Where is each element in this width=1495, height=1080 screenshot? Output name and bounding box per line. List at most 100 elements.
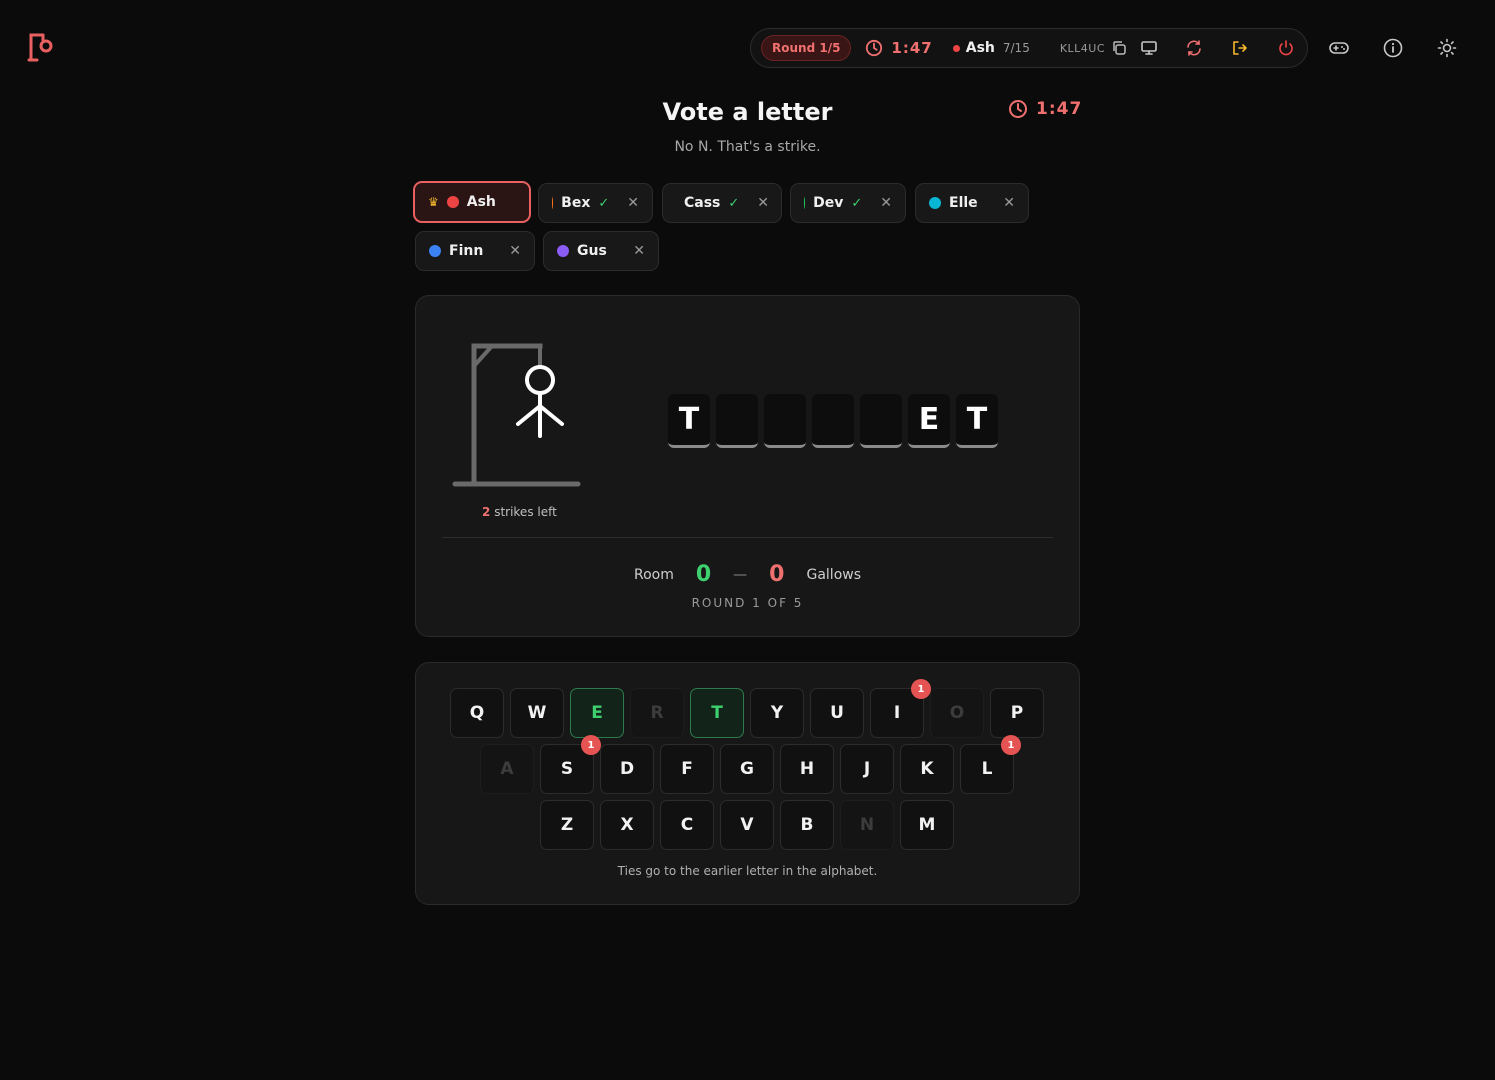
key-label: K [920,759,934,779]
keyboard-row-2: AS1DFGHJKL1 [480,735,1021,794]
key-m[interactable]: M [900,800,954,850]
key-d[interactable]: D [600,744,654,794]
key-label: G [740,759,754,779]
leave-icon [1233,41,1247,55]
key-h[interactable]: H [780,744,834,794]
key-label: Y [770,703,784,723]
key-w[interactable]: W [510,688,564,738]
player-color-dot [446,196,459,208]
player-chip-dev[interactable]: Dev ✓ ✕ [790,183,906,223]
room-code-text: KLL4UC [1059,41,1106,55]
key-n: N [840,800,894,850]
page-title: Vote a letter [662,98,833,126]
player-chip-elle[interactable]: Elle ✕ [915,183,1029,223]
info-button[interactable] [1383,38,1403,58]
power-button[interactable] [1276,38,1296,58]
key-k[interactable]: K [900,744,954,794]
status-timer: 1:47 [865,39,932,57]
letter-tile [764,394,806,448]
close-icon[interactable]: ✕ [757,195,769,211]
key-label: Z [560,815,574,835]
key-y[interactable]: Y [750,688,804,738]
player-name: Finn [449,243,484,259]
key-s[interactable]: S1 [540,735,601,794]
key-o: O [930,688,984,738]
key-g[interactable]: G [720,744,774,794]
app-logo [27,33,53,62]
close-icon[interactable]: ✕ [1003,195,1015,211]
player-dot [952,44,960,52]
key-e[interactable]: E [570,688,624,738]
current-player: Ash 7/15 [952,40,1030,56]
key-label: S [560,759,574,779]
letter-tile: T [668,394,710,448]
game-board: 2 strikes left T E T Room 0 — 0 Gallows … [415,295,1080,637]
player-chip-ash[interactable]: ♛ Ash [413,181,531,223]
refresh-button[interactable] [1184,38,1204,58]
theme-toggle[interactable] [1437,38,1457,58]
check-icon: ✓ [851,195,863,211]
player-name: Elle [949,195,978,211]
score-separator: — [733,566,748,583]
key-i[interactable]: I1 [870,679,931,738]
letter-tile [812,394,854,448]
round-badge: Round 1/5 [761,35,852,61]
player-color-dot [557,245,569,257]
copy-icon[interactable] [1111,40,1127,56]
key-label: D [619,759,635,779]
gamepad-icon [1329,42,1349,54]
key-a: A [480,744,534,794]
player-chip-bex[interactable]: Bex ✓ ✕ [538,183,653,223]
strikes-text: strikes left [494,505,557,519]
monitor-button[interactable] [1139,38,1159,58]
key-label: M [918,815,936,835]
key-t[interactable]: T [690,688,744,738]
key-x[interactable]: X [600,800,654,850]
player-name: Cass [684,195,721,211]
board-divider [442,537,1053,538]
key-l[interactable]: L1 [960,735,1021,794]
gallows-score: 0 [769,562,785,587]
letter-tile [860,394,902,448]
key-p[interactable]: P [990,688,1044,738]
key-label: X [620,815,634,835]
player-name: Gus [577,243,607,259]
player-color-dot [929,197,941,209]
player-chip-finn[interactable]: Finn ✕ [415,231,535,271]
key-z[interactable]: Z [540,800,594,850]
key-c[interactable]: C [660,800,714,850]
key-label: J [863,759,871,779]
letter-tile [716,394,758,448]
key-v[interactable]: V [720,800,774,850]
vote-timer-value: 1:47 [1036,99,1083,119]
player-progress: 7/15 [1002,41,1030,55]
room-label: Room [633,566,674,583]
player-name: Ash [466,194,496,210]
leave-button[interactable] [1230,38,1250,58]
player-name: Bex [561,195,591,211]
key-j[interactable]: J [840,744,894,794]
close-icon[interactable]: ✕ [509,243,521,259]
player-chip-cass[interactable]: Cass ✓ ✕ [662,183,782,223]
key-label: B [800,815,814,835]
key-label: O [949,703,965,723]
key-f[interactable]: F [660,744,714,794]
key-label: U [830,703,844,723]
player-color-dot [552,197,554,209]
check-icon: ✓ [728,195,740,211]
key-q[interactable]: Q [450,688,504,738]
key-label: C [680,815,694,835]
info-icon [1383,38,1403,58]
vote-count-badge: 1 [911,679,931,699]
player-chip-gus[interactable]: Gus ✕ [543,231,659,271]
close-icon[interactable]: ✕ [633,243,645,259]
key-label: A [500,759,514,779]
gamepad-button[interactable] [1328,38,1350,58]
key-u[interactable]: U [810,688,864,738]
vote-count-badge: 1 [581,735,601,755]
close-icon[interactable]: ✕ [627,195,639,211]
room-code[interactable]: KLL4UC [1060,40,1127,56]
close-icon[interactable]: ✕ [880,195,892,211]
key-b[interactable]: B [780,800,834,850]
hangman-drawing [452,343,581,487]
